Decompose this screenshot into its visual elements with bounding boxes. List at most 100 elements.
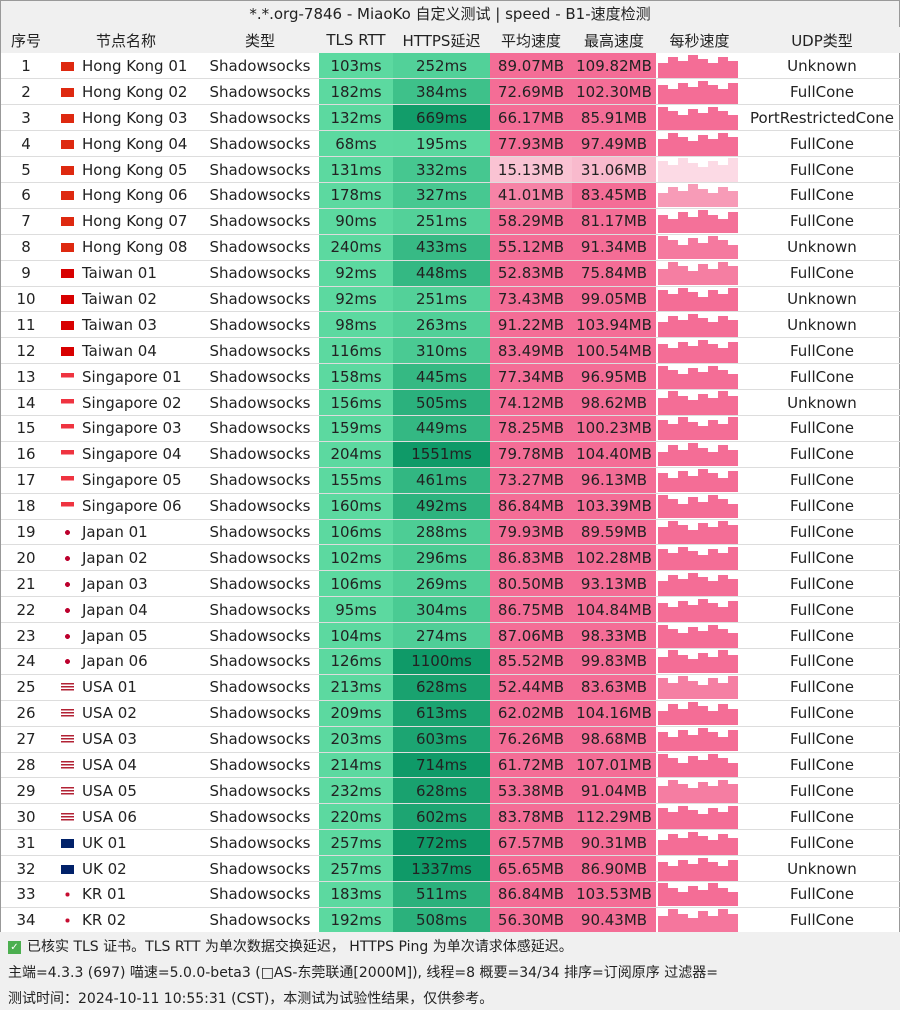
udp-type-text: FullCone <box>789 781 855 800</box>
sparkline-bar <box>688 885 698 907</box>
tls-rtt-cell: 103ms <box>319 53 393 80</box>
max-speed-text: 99.05MB <box>580 289 648 308</box>
speed-sparkline <box>658 831 741 855</box>
https-latency-cell: 461ms <box>393 467 490 494</box>
tls-rtt-cell: 126ms <box>319 648 393 675</box>
type-cell: Shadowsocks <box>201 752 319 779</box>
udp-type-text: FullCone <box>789 471 855 490</box>
sg-flag-icon <box>61 398 74 408</box>
sparkline-bar <box>698 318 708 337</box>
node-name-cell: Singapore 05 <box>51 467 201 494</box>
sparkline-bar <box>728 654 738 674</box>
sparkline-bar <box>668 607 678 622</box>
max-speed-cell: 99.05MB <box>572 286 656 313</box>
node-name-text: Singapore 01 <box>82 367 182 386</box>
sparkline-bar <box>658 63 668 78</box>
per-second-speed-cell <box>656 311 743 339</box>
sparkline-bar <box>708 840 718 855</box>
node-name-text: USA 03 <box>82 730 137 749</box>
table-row: 9 Taiwan 01 Shadowsocks 92ms 448ms 52.83MB 75.… <box>1 260 900 287</box>
udp-type-text: FullCone <box>789 367 855 386</box>
sparkline-bar <box>678 546 688 570</box>
sparkline-bar <box>698 188 708 208</box>
sparkline-bar <box>688 659 698 674</box>
per-second-speed-cell <box>656 78 743 106</box>
index-cell: 26 <box>1 700 51 727</box>
type-text: Shadowsocks <box>209 134 311 153</box>
type-text: Shadowsocks <box>209 367 311 386</box>
sparkline-bar <box>698 58 708 78</box>
sparkline-bar <box>678 82 688 104</box>
avg-speed-text: 52.44MB <box>497 678 565 697</box>
max-speed-text: 83.45MB <box>580 186 648 205</box>
avg-speed-text: 67.57MB <box>497 833 565 852</box>
node-name-text: Japan 03 <box>82 574 148 593</box>
type-text: Shadowsocks <box>209 652 311 671</box>
node-name-cell: USA 03 <box>51 726 201 753</box>
sparkline-bar <box>698 264 708 286</box>
hk-flag-icon <box>61 217 74 227</box>
avg-speed-cell: 76.26MB <box>490 726 572 753</box>
sparkline-bar <box>718 866 728 881</box>
max-speed-cell: 89.59MB <box>572 519 656 546</box>
sparkline-bar <box>728 708 738 726</box>
sparkline-bar <box>688 788 698 803</box>
sparkline-bar <box>728 579 738 596</box>
https-latency-text: 332ms <box>415 160 468 179</box>
max-speed-text: 103.39MB <box>576 497 652 516</box>
sparkline-bar <box>698 210 708 234</box>
tls-rtt-text: 220ms <box>330 807 382 826</box>
max-speed-text: 103.94MB <box>576 315 652 334</box>
sparkline-bar <box>708 710 718 726</box>
speed-sparkline <box>658 805 741 829</box>
sparkline-bar <box>658 268 668 286</box>
table-row: 18 Singapore 06 Shadowsocks 160ms 492ms 86.84… <box>1 493 900 520</box>
sparkline-bar <box>688 864 698 881</box>
udp-type-text: FullCone <box>789 160 855 179</box>
sparkline-bar <box>708 344 718 363</box>
sparkline-bar <box>698 339 708 363</box>
tls-rtt-text: 240ms <box>330 238 382 257</box>
node-name-text: USA 05 <box>82 781 137 800</box>
sparkline-bar <box>718 574 728 596</box>
table-row: 26 USA 02 Shadowsocks 209ms 613ms 62.02MB 104.… <box>1 700 900 727</box>
https-latency-text: 1100ms <box>411 652 472 671</box>
sparkline-bar <box>658 548 668 570</box>
tls-rtt-text: 156ms <box>330 393 382 412</box>
footer-time: 测试时间：2024-10-11 10:55:31 (CST)，本测试为试验性结果… <box>8 991 494 1007</box>
sparkline-bar <box>668 833 678 855</box>
node-name-cell: Hong Kong 03 <box>51 104 201 132</box>
type-cell: Shadowsocks <box>201 156 319 183</box>
table-row: 23 Japan 05 Shadowsocks 104ms 274ms 87.06MB 98… <box>1 622 900 649</box>
header-https-latency: HTTPS延迟 <box>393 27 490 53</box>
avg-speed-cell: 86.83MB <box>490 544 572 572</box>
node-name-cell: Hong Kong 08 <box>51 234 201 261</box>
node-name-text: Hong Kong 08 <box>82 238 188 257</box>
avg-speed-cell: 78.25MB <box>490 415 572 442</box>
sparkline-bar <box>718 477 728 493</box>
speed-sparkline <box>658 313 741 337</box>
sparkline-bar <box>708 548 718 570</box>
sparkline-bar <box>718 294 728 311</box>
sparkline-bar <box>668 218 678 234</box>
sparkline-bar <box>708 419 718 441</box>
max-speed-cell: 102.28MB <box>572 544 656 572</box>
udp-type-text: FullCone <box>789 678 855 697</box>
avg-speed-text: 83.78MB <box>497 807 565 826</box>
sparkline-bar <box>688 497 698 519</box>
https-latency-text: 505ms <box>415 393 468 412</box>
sparkline-bar <box>698 296 708 311</box>
sparkline-bar <box>718 520 728 544</box>
avg-speed-text: 79.78MB <box>497 445 565 464</box>
sparkline-bar <box>718 499 728 519</box>
sparkline-bar <box>658 786 668 803</box>
tls-rtt-cell: 257ms <box>319 829 393 857</box>
us-flag-icon <box>61 709 74 719</box>
sparkline-bar <box>728 784 738 803</box>
sparkline-bar <box>658 753 668 777</box>
index-cell: 4 <box>1 130 51 158</box>
per-second-speed-cell <box>656 415 743 442</box>
udp-type-cell: FullCone <box>743 803 900 831</box>
per-second-speed-cell <box>656 337 743 365</box>
per-second-speed-cell <box>656 648 743 675</box>
